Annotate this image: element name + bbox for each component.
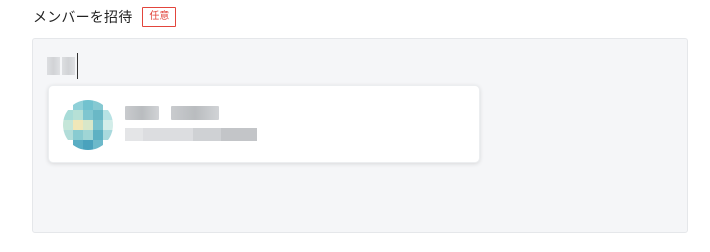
suggestion-text: [125, 106, 257, 141]
blurred-member-email: [125, 128, 257, 141]
text-caret: [77, 53, 78, 79]
typed-query: [47, 53, 78, 79]
member-suggestion-item[interactable]: [48, 85, 480, 163]
blurred-typed-text: [47, 57, 75, 75]
user-avatar-icon: [63, 100, 113, 150]
invite-members-input[interactable]: [32, 38, 688, 233]
blurred-member-name: [125, 106, 257, 120]
invite-members-title: メンバーを招待: [33, 10, 133, 26]
section-header: メンバーを招待 任意: [33, 6, 177, 28]
optional-badge: 任意: [142, 7, 177, 27]
